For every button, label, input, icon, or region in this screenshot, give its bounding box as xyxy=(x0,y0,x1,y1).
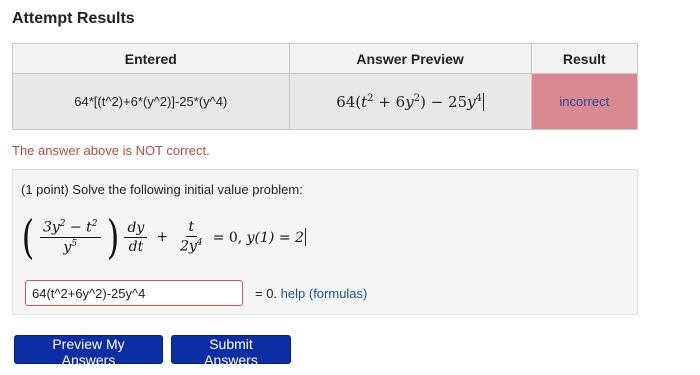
problem-prompt: (1 point) Solve the following initial va… xyxy=(21,182,303,197)
right-paren: ) xyxy=(106,210,119,264)
answer-input[interactable] xyxy=(25,280,243,306)
fraction-coefficient: 3y2 − t2 y5 xyxy=(39,219,101,255)
problem-equation: ( 3y2 − t2 y5 ) dy dt + t 2y4 = 0, y(1) … xyxy=(19,214,306,260)
feedback-message: The answer above is NOT correct. xyxy=(12,143,210,158)
preview-answers-button[interactable]: Preview My Answers xyxy=(14,335,163,368)
results-row: 64*[(t^2)+6*(y^2)]-25*(y^4) 64(t2 + 6y2)… xyxy=(12,73,639,130)
fraction-t-over-2y4: t 2y4 xyxy=(180,219,203,255)
answer-preview-cell: 64(t2 + 6y2) − 25y4 xyxy=(288,73,532,130)
entered-cell: 64*[(t^2)+6*(y^2)]-25*(y^4) xyxy=(12,73,290,130)
answer-suffix-row: = 0. help (formulas) xyxy=(255,286,367,301)
plus-sign: + xyxy=(156,229,169,245)
page-title: Attempt Results xyxy=(12,10,135,27)
equation-tail: = 0, y(1) = 2 xyxy=(212,228,306,246)
submit-answers-button[interactable]: Submit Answers xyxy=(171,335,291,368)
answer-preview-math: 64(t2 + 6y2) − 25y4 xyxy=(336,92,484,111)
fraction-dy-dt: dy dt xyxy=(124,220,148,255)
results-header-row: Entered Answer Preview Result xyxy=(12,43,639,74)
header-result: Result xyxy=(530,43,639,74)
header-answer-preview: Answer Preview xyxy=(288,43,532,74)
left-paren: ( xyxy=(21,210,35,264)
help-formulas-link[interactable]: help (formulas) xyxy=(281,286,368,301)
result-status-cell: incorrect xyxy=(530,73,639,130)
initial-condition: y(1) = 2 xyxy=(246,230,304,246)
answer-suffix: = 0. xyxy=(255,286,278,301)
header-entered: Entered xyxy=(12,43,290,74)
problem-box: (1 point) Solve the following initial va… xyxy=(12,169,638,315)
results-table: Entered Answer Preview Result 64*[(t^2)+… xyxy=(12,43,639,130)
